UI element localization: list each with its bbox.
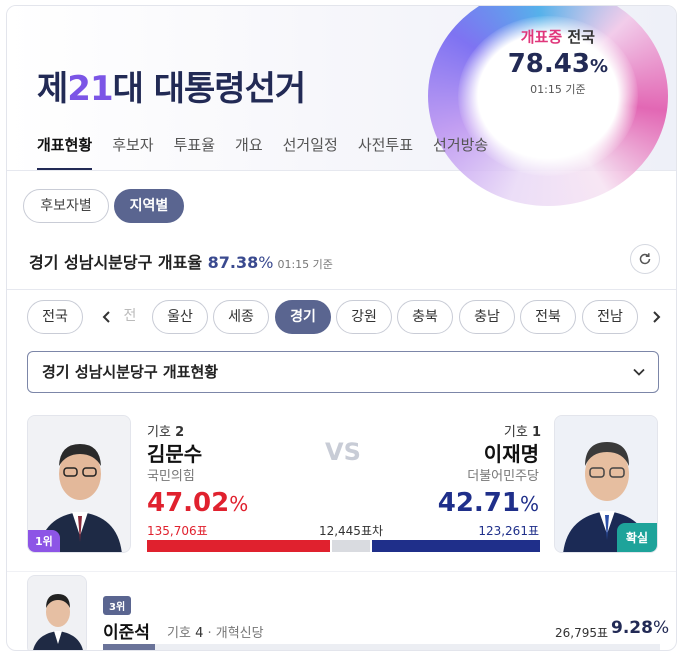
tab-overview[interactable]: 개요 [235, 134, 263, 170]
chevron-down-icon [633, 368, 645, 376]
region-chip-chungbuk[interactable]: 충북 [397, 300, 453, 334]
refresh-button[interactable] [630, 244, 660, 274]
national-progress: 개표중 전국 78.43% 01:15 기준 [507, 28, 608, 96]
region-chip-gyeonggi[interactable]: 경기 [275, 300, 331, 334]
vote-share-left [147, 540, 330, 552]
vs-label: VS [325, 438, 361, 466]
candidate-name-third: 이준석 [103, 623, 150, 643]
header-banner: 제21대 대통령선거 개표중 전국 78.43% 01:15 기준 개표현황 후… [7, 6, 676, 206]
tab-results[interactable]: 개표현황 [37, 134, 93, 170]
divider [7, 571, 676, 572]
by-region-chip[interactable]: 지역별 [114, 189, 184, 223]
region-chip-gangwon[interactable]: 강원 [336, 300, 392, 334]
refresh-icon [639, 253, 651, 265]
district-select[interactable]: 경기 성남시분당구 개표현황 [27, 351, 659, 393]
candidate-name-left: 김문수 [147, 442, 203, 466]
counting-label: 개표중 [520, 28, 563, 46]
portrait-icon [28, 576, 86, 650]
region-chip-chungnam[interactable]: 충남 [459, 300, 515, 334]
candidate-pct-left: 47.02% [147, 488, 249, 518]
candidate-name-right: 이재명 [483, 442, 539, 466]
vote-share-fill-third [103, 644, 155, 650]
vote-share-bar-third [103, 644, 660, 650]
rank-badge: 1위 [28, 530, 60, 552]
vote-difference: 12,445표차 [318, 524, 384, 538]
tab-broadcast[interactable]: 선거방송 [433, 134, 488, 170]
scroll-left-button[interactable] [97, 306, 117, 328]
candidate-photo-third [27, 575, 87, 650]
chevron-right-icon [653, 311, 661, 323]
candidate-votes-right: 123,261표 [478, 524, 539, 538]
candidate-photo-left: 1위 [27, 415, 131, 553]
region-chip-ulsan[interactable]: 울산 [152, 300, 208, 334]
region-summary: 경기 성남시분당구 개표율 87.38% 01:15 기준 [29, 253, 333, 272]
chevron-left-icon [102, 311, 110, 323]
scroll-right-button[interactable] [646, 306, 666, 328]
rank-badge-third: 3위 [103, 596, 132, 615]
page-title: 제21대 대통령선거 [37, 69, 306, 109]
candidate-votes-left: 135,706표 [147, 524, 208, 538]
candidate-pct-right: 42.71% [437, 488, 539, 518]
vote-share-others [331, 540, 371, 552]
progress-time: 01:15 기준 [530, 83, 586, 96]
tab-schedule[interactable]: 선거일정 [283, 134, 338, 170]
election-results-panel: 제21대 대통령선거 개표중 전국 78.43% 01:15 기준 개표현황 후… [6, 5, 677, 651]
confirmed-badge: 확실 [616, 523, 657, 552]
tab-candidates[interactable]: 후보자 [112, 134, 153, 170]
by-candidate-chip[interactable]: 후보자별 [23, 189, 109, 223]
main-nav: 개표현황 후보자 투표율 개요 선거일정 사전투표 선거방송 [37, 134, 508, 170]
candidate-party-left: 국민의힘 [147, 469, 195, 484]
candidate-party-right: 더불어민주당 [467, 469, 539, 484]
region-chip-jeonbuk[interactable]: 전북 [520, 300, 576, 334]
tab-early-voting[interactable]: 사전투표 [358, 134, 413, 170]
vote-share-bar [147, 540, 540, 552]
region-chip-nationwide[interactable]: 전국 [27, 300, 83, 334]
vote-share-right [372, 540, 540, 552]
national-progress-value: 78.43% [507, 49, 608, 79]
candidate-photo-right: 확실 [554, 415, 658, 553]
candidate-meta-third: 기호 4 · 개혁신당 [167, 626, 264, 641]
region-chip-hidden[interactable]: 전 [117, 300, 143, 334]
divider [7, 289, 676, 290]
region-rate: 87.38% [207, 253, 274, 272]
region-chip-jeonnam[interactable]: 전남 [582, 300, 638, 334]
candidate-votes-third: 26,795표 [555, 626, 609, 640]
tab-turnout[interactable]: 투표율 [174, 134, 215, 170]
region-chip-sejong[interactable]: 세종 [213, 300, 269, 334]
candidate-pct-third: 9.28% [611, 618, 670, 638]
